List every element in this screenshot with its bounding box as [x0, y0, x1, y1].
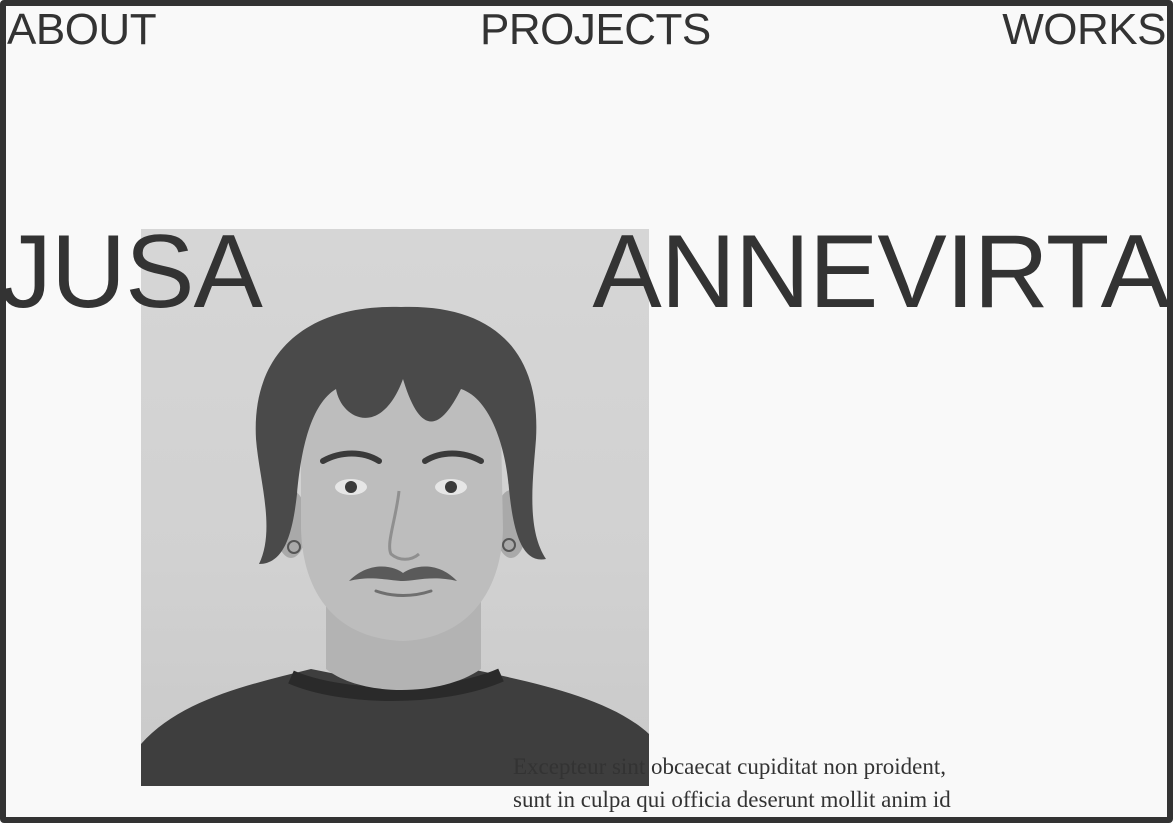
bio-line: Excepteur sint obcaecat cupiditat non pr…: [513, 754, 947, 779]
bio-text: Excepteur sint obcaecat cupiditat non pr…: [513, 750, 983, 816]
page-frame: ABOUT PROJECTS WORKS JUSA ANNEVIRTA Exce…: [0, 0, 1173, 823]
hero-last-name: ANNEVIRTA: [592, 214, 1169, 330]
nav-projects-link[interactable]: PROJECTS: [480, 8, 711, 52]
bio-line: sunt in culpa qui officia deserunt molli…: [513, 787, 951, 812]
nav-about-link[interactable]: ABOUT: [7, 8, 157, 52]
nav-works-link[interactable]: WORKS: [1002, 8, 1166, 52]
hero-first-name: JUSA: [0, 214, 263, 330]
